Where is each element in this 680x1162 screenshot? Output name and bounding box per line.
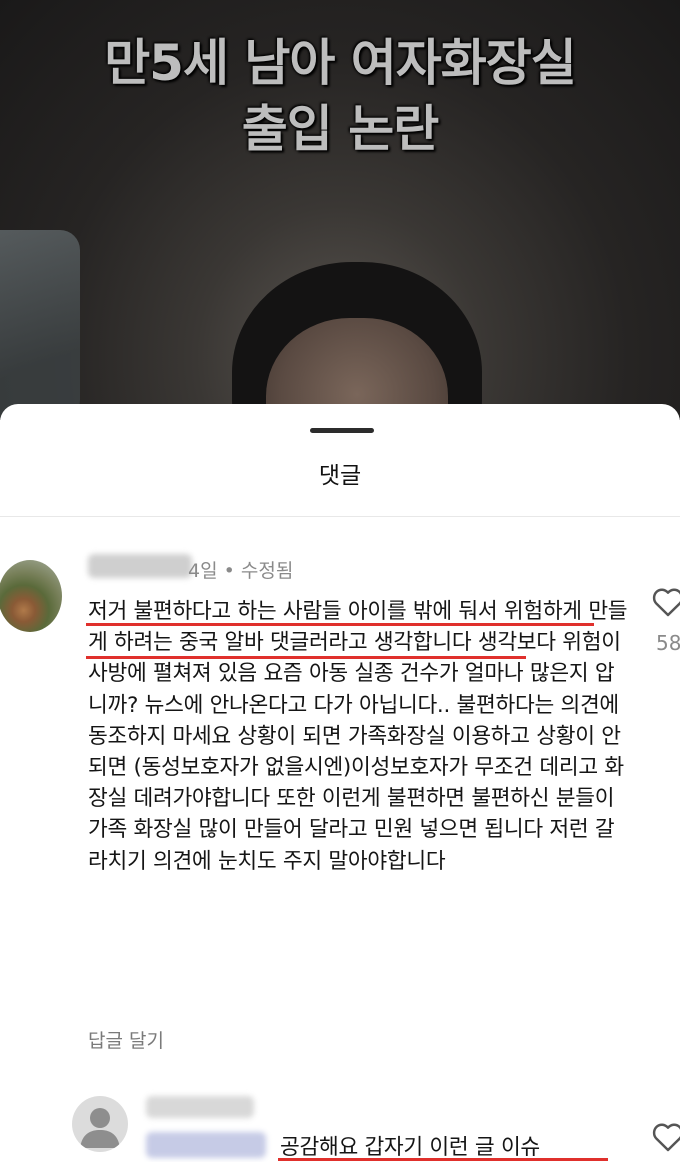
- sheet-drag-handle[interactable]: [310, 428, 374, 433]
- sheet-divider: [0, 516, 680, 517]
- commenter-avatar[interactable]: [0, 560, 62, 632]
- commenter-username-blurred[interactable]: [88, 554, 192, 578]
- video-caption: 만5세 남아 여자화장실 출입 논란: [0, 30, 680, 162]
- highlight-underline: [86, 656, 526, 659]
- commenter-username-blurred[interactable]: [146, 1096, 254, 1118]
- video-background: 만5세 남아 여자화장실 출입 논란: [0, 0, 680, 420]
- highlight-underline: [278, 1158, 608, 1161]
- highlight-underline: [86, 623, 594, 626]
- comment-body: 저거 불편하다고 하는 사람들 아이를 밖에 둬서 위험하게 만들게 하려는 중…: [88, 599, 628, 874]
- video-caption-line1: 만5세 남아 여자화장실: [104, 34, 577, 92]
- like-count: 58: [656, 631, 680, 655]
- heart-outline-icon[interactable]: [651, 587, 680, 617]
- default-avatar-icon[interactable]: [72, 1096, 128, 1152]
- video-caption-line2: 출입 논란: [241, 100, 439, 158]
- car-window: [0, 230, 80, 420]
- heart-outline-icon[interactable]: [651, 1122, 680, 1152]
- comment-meta: 4일 • 수정됨: [188, 560, 294, 582]
- reply-button[interactable]: 답글 달기: [88, 1026, 164, 1053]
- sheet-title: 댓글: [318, 463, 362, 489]
- mention-blurred: [146, 1132, 266, 1158]
- comment-body: 공감해요 갑자기 이런 글 이슈: [280, 1135, 540, 1160]
- comments-sheet: 댓글 4일 • 수정됨 저거 불편하다고 하는 사람들 아이를 밖에 둬서 위험…: [0, 404, 680, 1162]
